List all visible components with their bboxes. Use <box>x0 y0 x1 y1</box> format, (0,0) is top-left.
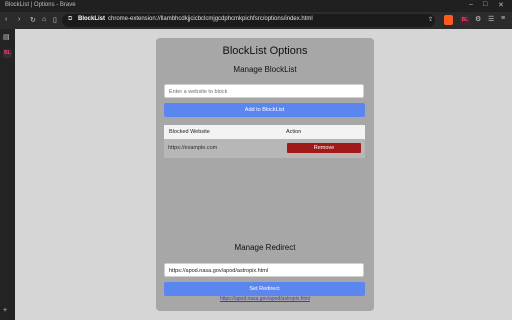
table-header: Blocked Website Action <box>164 125 365 139</box>
website-input[interactable]: Enter a website to block <box>164 84 364 98</box>
page-title: BlockList Options <box>222 45 308 57</box>
redirect-input[interactable]: https://apod.nasa.gov/apod/astropix.html <box>164 263 364 277</box>
brave-shield-icon[interactable] <box>444 15 453 25</box>
share-icon[interactable]: ⇪ <box>428 16 433 23</box>
remove-button[interactable]: Remove <box>287 143 361 153</box>
extension-puzzle-icon: ⧉ <box>68 16 73 22</box>
add-icon[interactable]: + <box>3 307 7 314</box>
minimize-button[interactable]: – <box>469 1 473 8</box>
reload-icon[interactable]: ↻ <box>30 16 36 24</box>
window-titlebar: BlockList | Options - Brave – □ ✕ <box>0 0 512 12</box>
add-to-blocklist-button[interactable]: Add to BlockList <box>164 103 365 117</box>
back-icon[interactable]: ‹ <box>5 16 7 23</box>
extension-badge-icon[interactable]: BL <box>460 15 470 25</box>
url-text[interactable]: chrome-extension://llambhcdkjjcicbclcmjg… <box>108 16 313 22</box>
maximize-button[interactable]: □ <box>483 1 487 8</box>
manage-blocklist-heading: Manage BlockList <box>233 65 297 74</box>
sidebar-toggle-icon[interactable]: ▤ <box>3 33 10 41</box>
column-header-action: Action <box>286 129 302 135</box>
reading-list-icon[interactable]: ☰ <box>488 15 494 23</box>
site-name: BlockList <box>78 16 106 22</box>
blocked-website-cell: https://example.com <box>168 145 218 151</box>
bookmark-icon[interactable]: ▯ <box>53 16 57 24</box>
current-redirect-link[interactable]: https://apod.nasa.gov/apod/astropix.html <box>156 296 374 302</box>
window-title: BlockList | Options - Brave <box>5 2 76 8</box>
home-icon[interactable]: ⌂ <box>42 16 46 23</box>
browser-sidebar: ▤ BL + <box>0 29 15 320</box>
set-redirect-button[interactable]: Set Redirect <box>164 282 365 296</box>
options-panel: BlockList Options Manage BlockList Enter… <box>156 38 374 311</box>
blocklist-table: Blocked Website Action https://example.c… <box>164 125 365 158</box>
menu-icon[interactable]: ≡ <box>501 15 505 22</box>
table-row: https://example.com Remove <box>164 139 365 158</box>
extension-icon[interactable]: BL <box>3 49 12 58</box>
manage-redirect-heading: Manage Redirect <box>234 243 296 252</box>
column-header-blocked-website: Blocked Website <box>169 129 210 135</box>
puzzle-icon[interactable]: ⚙ <box>475 15 481 23</box>
close-button[interactable]: ✕ <box>498 1 504 9</box>
forward-icon[interactable]: › <box>18 16 20 23</box>
